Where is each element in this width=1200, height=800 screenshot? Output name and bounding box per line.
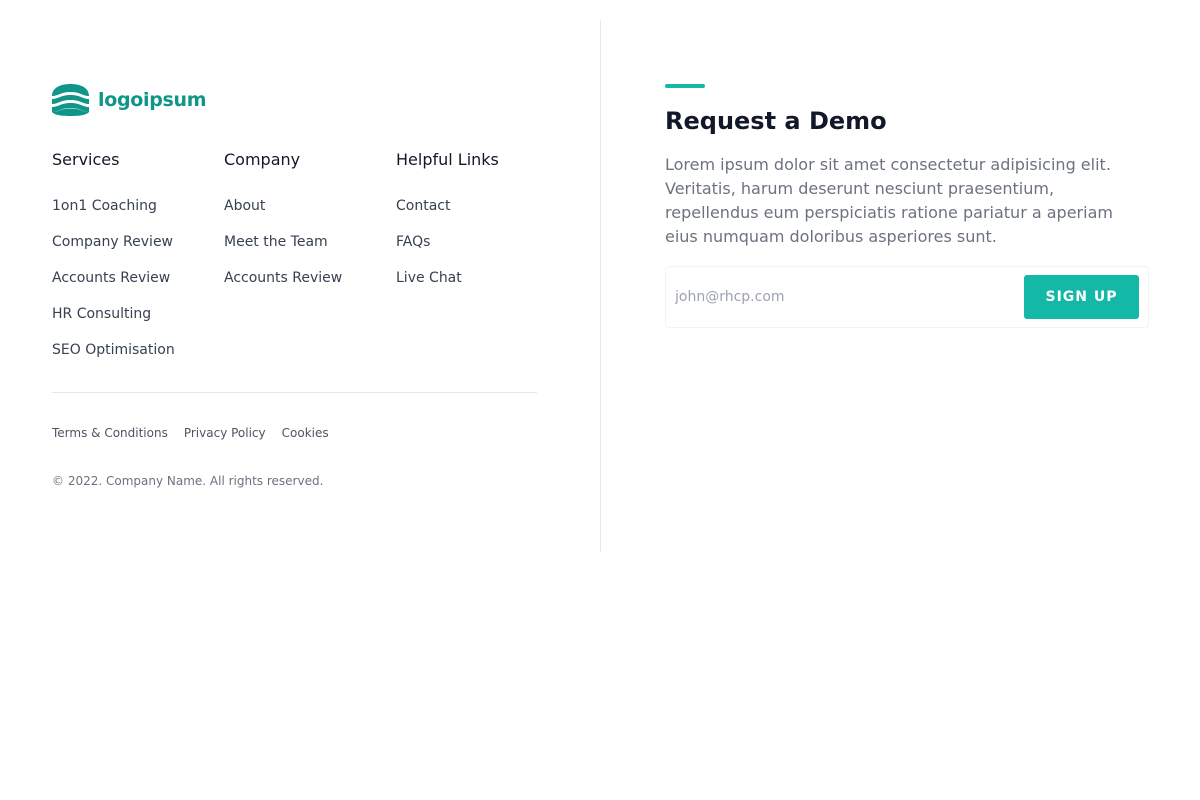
link-terms-conditions[interactable]: Terms & Conditions xyxy=(52,425,168,441)
copyright-text: © 2022. Company Name. All rights reserve… xyxy=(52,474,324,488)
link-1on1-coaching[interactable]: 1on1 Coaching xyxy=(52,196,212,232)
email-input[interactable] xyxy=(675,275,1024,319)
helpful-links-column: Helpful Links Contact FAQs Live Chat xyxy=(396,150,556,304)
demo-description: Lorem ipsum dolor sit amet consectetur a… xyxy=(665,155,1113,246)
company-heading: Company xyxy=(224,150,301,169)
request-demo-panel: Request a Demo Lorem ipsum dolor sit ame… xyxy=(665,84,1149,328)
link-faqs[interactable]: FAQs xyxy=(396,232,556,268)
link-about[interactable]: About xyxy=(224,196,384,232)
footer-links-panel: logoipsum Services 1on1 Coaching Company… xyxy=(52,20,601,552)
waves-icon xyxy=(52,84,89,116)
company-column: Company About Meet the Team Accounts Rev… xyxy=(224,150,384,304)
brand-name: logoipsum xyxy=(98,89,207,111)
demo-title: Request a Demo xyxy=(665,107,887,135)
footer-divider xyxy=(52,392,537,393)
sign-up-button[interactable]: SIGN UP xyxy=(1024,275,1139,319)
link-live-chat[interactable]: Live Chat xyxy=(396,268,556,304)
helpful-links-heading: Helpful Links xyxy=(396,150,499,169)
link-meet-the-team[interactable]: Meet the Team xyxy=(224,232,384,268)
legal-links: Terms & Conditions Privacy Policy Cookie… xyxy=(52,425,345,441)
link-contact[interactable]: Contact xyxy=(396,196,556,232)
link-accounts-review[interactable]: Accounts Review xyxy=(52,268,212,304)
link-cookies[interactable]: Cookies xyxy=(282,425,329,441)
link-hr-consulting[interactable]: HR Consulting xyxy=(52,304,212,340)
link-privacy-policy[interactable]: Privacy Policy xyxy=(184,425,266,441)
site-footer: logoipsum Services 1on1 Coaching Company… xyxy=(0,0,1200,800)
services-column: Services 1on1 Coaching Company Review Ac… xyxy=(52,150,212,376)
link-company-accounts-review[interactable]: Accounts Review xyxy=(224,268,384,304)
brand-logo[interactable]: logoipsum xyxy=(52,84,207,116)
signup-form: SIGN UP xyxy=(665,266,1149,328)
accent-bar xyxy=(665,84,705,88)
link-company-review[interactable]: Company Review xyxy=(52,232,212,268)
link-seo-optimisation[interactable]: SEO Optimisation xyxy=(52,340,212,376)
services-heading: Services xyxy=(52,150,120,169)
